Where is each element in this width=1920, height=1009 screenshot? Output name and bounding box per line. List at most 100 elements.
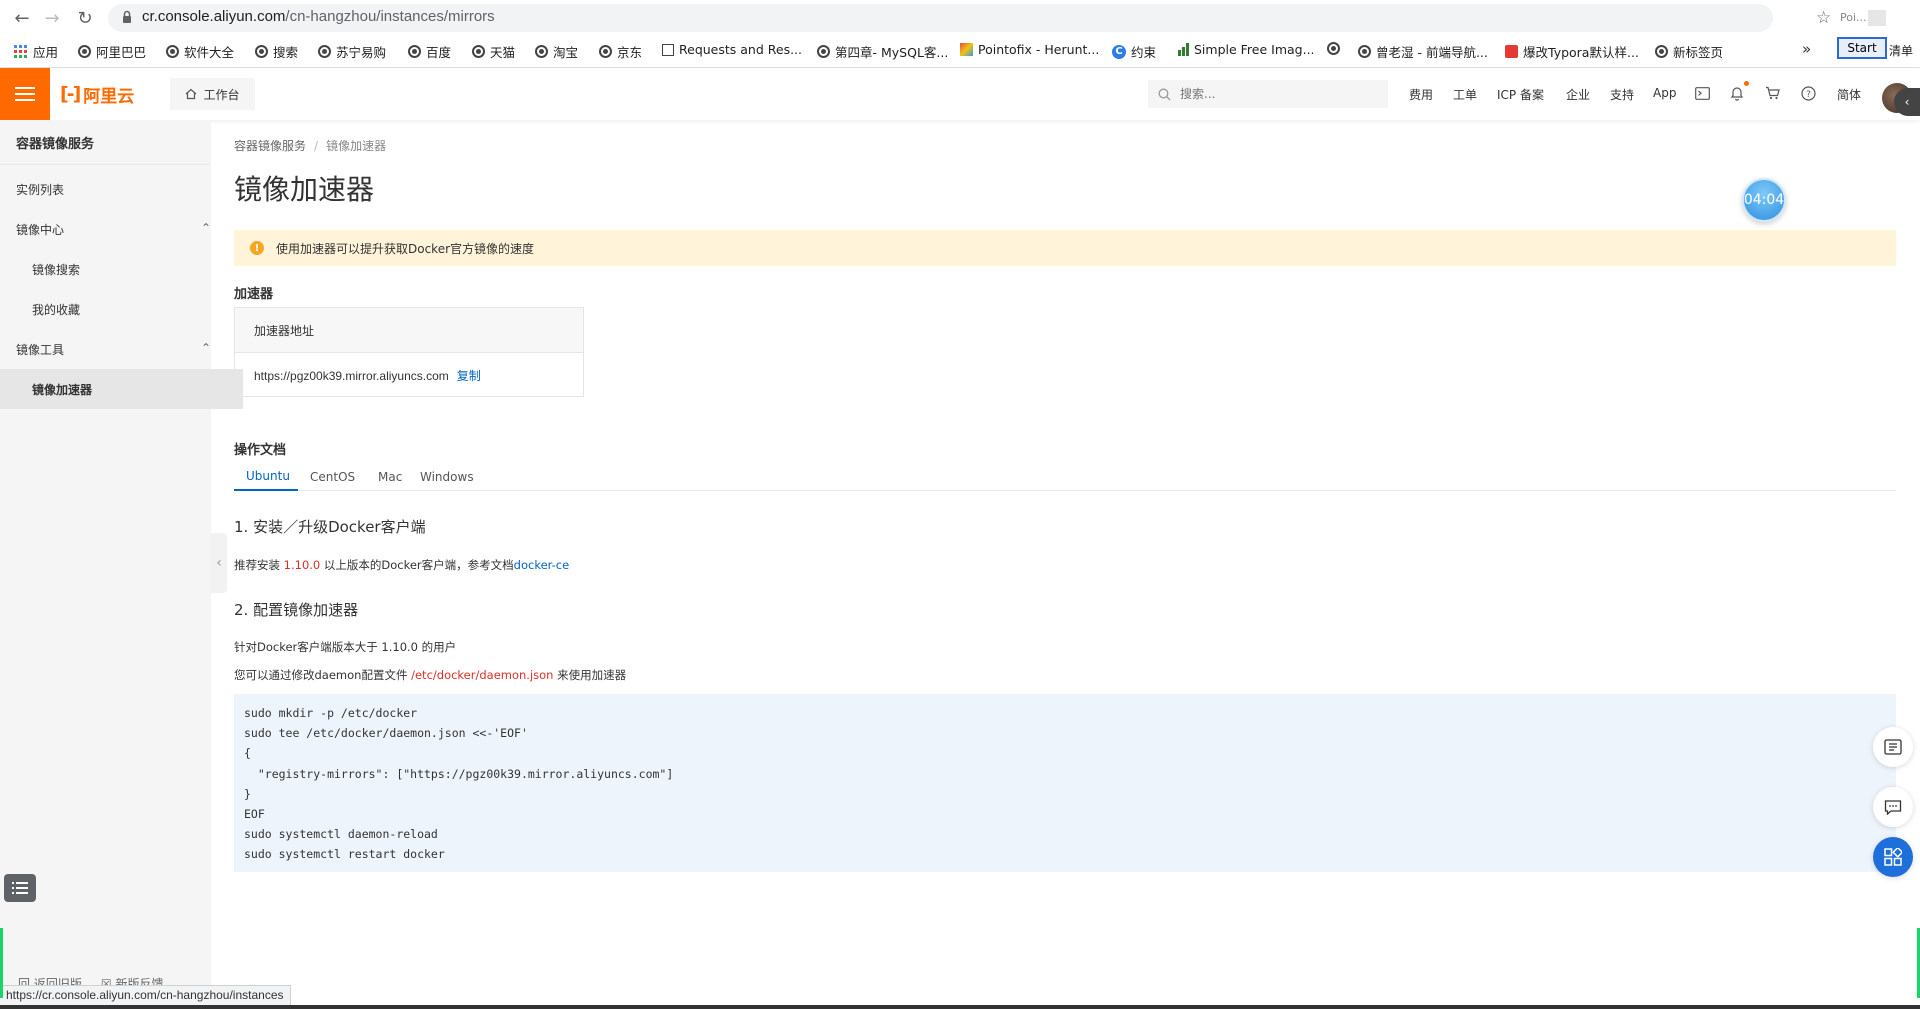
bookmark-suning[interactable]: 苏宁易购 (318, 42, 386, 61)
bookmark-label: 搜索 (273, 45, 299, 60)
float-feedback-icon[interactable] (1873, 787, 1913, 827)
bookmark-newtab[interactable]: 新标签页 (1655, 42, 1723, 61)
chevron-left-icon[interactable]: ‹ (1894, 88, 1920, 116)
reload-icon[interactable]: ↻ (73, 6, 97, 30)
code-line: } (244, 786, 251, 801)
bookmark-unnamed[interactable] (1327, 42, 1345, 55)
float-document-icon[interactable] (1873, 727, 1913, 767)
search-input[interactable] (1178, 86, 1372, 102)
globe-icon (599, 45, 612, 58)
bookmark-jd[interactable]: 京东 (599, 42, 642, 61)
bookmark-tmall[interactable]: 天猫 (472, 42, 515, 61)
bookmark-software[interactable]: 软件大全 (166, 42, 234, 61)
start-button[interactable]: Start (1837, 37, 1887, 59)
tab-centos[interactable]: CentOS (298, 463, 367, 491)
globe-icon (318, 45, 331, 58)
bookmark-typora[interactable]: 爆改Typora默认样... (1505, 42, 1639, 61)
sidebar-item-label: 我的收藏 (32, 302, 81, 317)
back-icon[interactable]: ← (10, 6, 34, 30)
url-path: /cn-hangzhou/instances/mirrors (285, 8, 495, 25)
bookmark-search[interactable]: 搜索 (255, 42, 298, 61)
language-switch[interactable]: 简体 (1837, 86, 1861, 103)
globe-icon (1655, 45, 1668, 58)
aliyun-logo-text: 阿里云 (83, 86, 135, 107)
bookmark-label: 百度 (426, 45, 452, 60)
url-text[interactable]: cr.console.aliyun.com/cn-hangzhou/instan… (142, 8, 495, 25)
sidebar-item-image-search[interactable]: 镜像搜索 (0, 249, 243, 289)
globe-icon (472, 45, 485, 58)
tab-windows[interactable]: Windows (408, 463, 486, 491)
bookmarks-more[interactable]: » (1802, 40, 1811, 58)
bookmark-label: Requests and Res... (679, 42, 802, 57)
nav-support[interactable]: 支持 (1610, 86, 1634, 103)
nav-billing[interactable]: 费用 (1409, 86, 1433, 103)
bookmark-apps[interactable]: 应用 (14, 42, 58, 61)
chevron-up-icon: ⌃ (200, 341, 211, 355)
workbench-button[interactable]: 工作台 (170, 78, 255, 110)
bookmark-constraint[interactable]: C 约束 (1112, 42, 1156, 61)
bookmark-star-icon[interactable]: ☆ (1816, 8, 1831, 28)
extension-label[interactable]: Poi... (1840, 11, 1867, 24)
bookmark-simple-free-image[interactable]: Simple Free Imag... (1178, 42, 1315, 57)
bookmark-label: 新标签页 (1673, 45, 1724, 60)
nav-app[interactable]: App (1653, 86, 1676, 100)
code-block[interactable]: sudo mkdir -p /etc/docker sudo tee /etc/… (234, 694, 1896, 872)
breadcrumb-item: 镜像加速器 (326, 139, 387, 153)
code-line: sudo systemctl restart docker (244, 847, 445, 862)
bookmark-label: Pointofix - Herunt... (978, 42, 1100, 57)
copy-link[interactable]: 复制 (457, 369, 481, 383)
breadcrumb: 容器镜像服务 / 镜像加速器 (234, 137, 386, 154)
bookmark-taobao[interactable]: 淘宝 (535, 42, 578, 61)
docker-ce-link[interactable]: docker-ce (514, 558, 570, 572)
code-line: sudo mkdir -p /etc/docker (244, 706, 418, 720)
bookmark-zeng[interactable]: 曾老湿 - 前端导航... (1358, 42, 1488, 61)
bell-icon[interactable] (1728, 84, 1746, 102)
step2-line2-pre: 您可以通过修改daemon配置文件 (234, 668, 412, 682)
nav-icp[interactable]: ICP 备案 (1497, 86, 1544, 103)
aliyun-logo[interactable]: [-] 阿里云 (60, 82, 135, 107)
bookmark-label: 软件大全 (184, 45, 235, 60)
timer-badge[interactable]: 04:04 (1742, 178, 1786, 222)
extension-icon[interactable] (1868, 10, 1886, 26)
hamburger-menu-icon[interactable] (0, 68, 50, 120)
code-line: sudo tee /etc/docker/daemon.json <<-'EOF… (244, 726, 528, 741)
bookmark-pointofix[interactable]: Pointofix - Herunt... (960, 42, 1099, 57)
nav-tickets[interactable]: 工单 (1453, 86, 1477, 103)
notice-text: 使用加速器可以提升获取Docker官方镜像的速度 (276, 241, 535, 256)
bookmark-baidu[interactable]: 百度 (408, 42, 451, 61)
bookmark-label: 约束 (1131, 45, 1157, 60)
window-edge-left (0, 928, 3, 998)
sidebar-item-label: 镜像加速器 (32, 382, 93, 397)
list-icon[interactable] (4, 874, 36, 902)
terminal-icon[interactable] (1693, 84, 1711, 102)
sidebar-item-favorites[interactable]: 我的收藏 (0, 289, 243, 329)
float-apps-icon[interactable] (1873, 837, 1913, 877)
sidebar-item-mirror-accelerator[interactable]: 镜像加速器 (0, 369, 243, 409)
sidebar-item-instances[interactable]: 实例列表 (0, 169, 227, 209)
breadcrumb-separator: / (314, 139, 319, 153)
console-search[interactable] (1148, 80, 1388, 108)
bookmark-alibaba[interactable]: 阿里巴巴 (78, 42, 146, 61)
cart-icon[interactable] (1763, 84, 1781, 102)
sidebar-collapse-icon[interactable]: ‹ (211, 533, 227, 593)
notification-dot (1744, 81, 1749, 86)
pointofix-icon (960, 43, 973, 56)
breadcrumb-item[interactable]: 容器镜像服务 (234, 139, 306, 153)
sidebar-item-label: 实例列表 (16, 182, 65, 197)
bookmark-mysql[interactable]: 第四章- MySQL客... (817, 42, 948, 61)
step2-line2-post: 来使用加速器 (553, 668, 627, 682)
sidebar-group-image-center[interactable]: 镜像中心 ⌃ (0, 209, 227, 249)
globe-icon (255, 45, 268, 58)
sidebar-item-label: 镜像搜索 (32, 262, 81, 277)
forward-icon[interactable]: → (40, 6, 64, 30)
status-bar-url: https://cr.console.aliyun.com/cn-hangzho… (0, 985, 291, 1005)
tab-ubuntu[interactable]: Ubuntu (234, 463, 298, 491)
screen-bottom-edge (0, 1005, 1920, 1009)
bookmark-requests[interactable]: Requests and Res... (662, 42, 802, 57)
warning-icon: ! (250, 241, 264, 255)
help-icon[interactable]: ? (1799, 84, 1817, 102)
code-line: { (244, 746, 251, 761)
bookmark-reading-list[interactable]: 清单 (1889, 42, 1920, 59)
sidebar-group-image-tools[interactable]: 镜像工具 ⌃ (0, 329, 227, 369)
nav-enterprise[interactable]: 企业 (1566, 86, 1590, 103)
